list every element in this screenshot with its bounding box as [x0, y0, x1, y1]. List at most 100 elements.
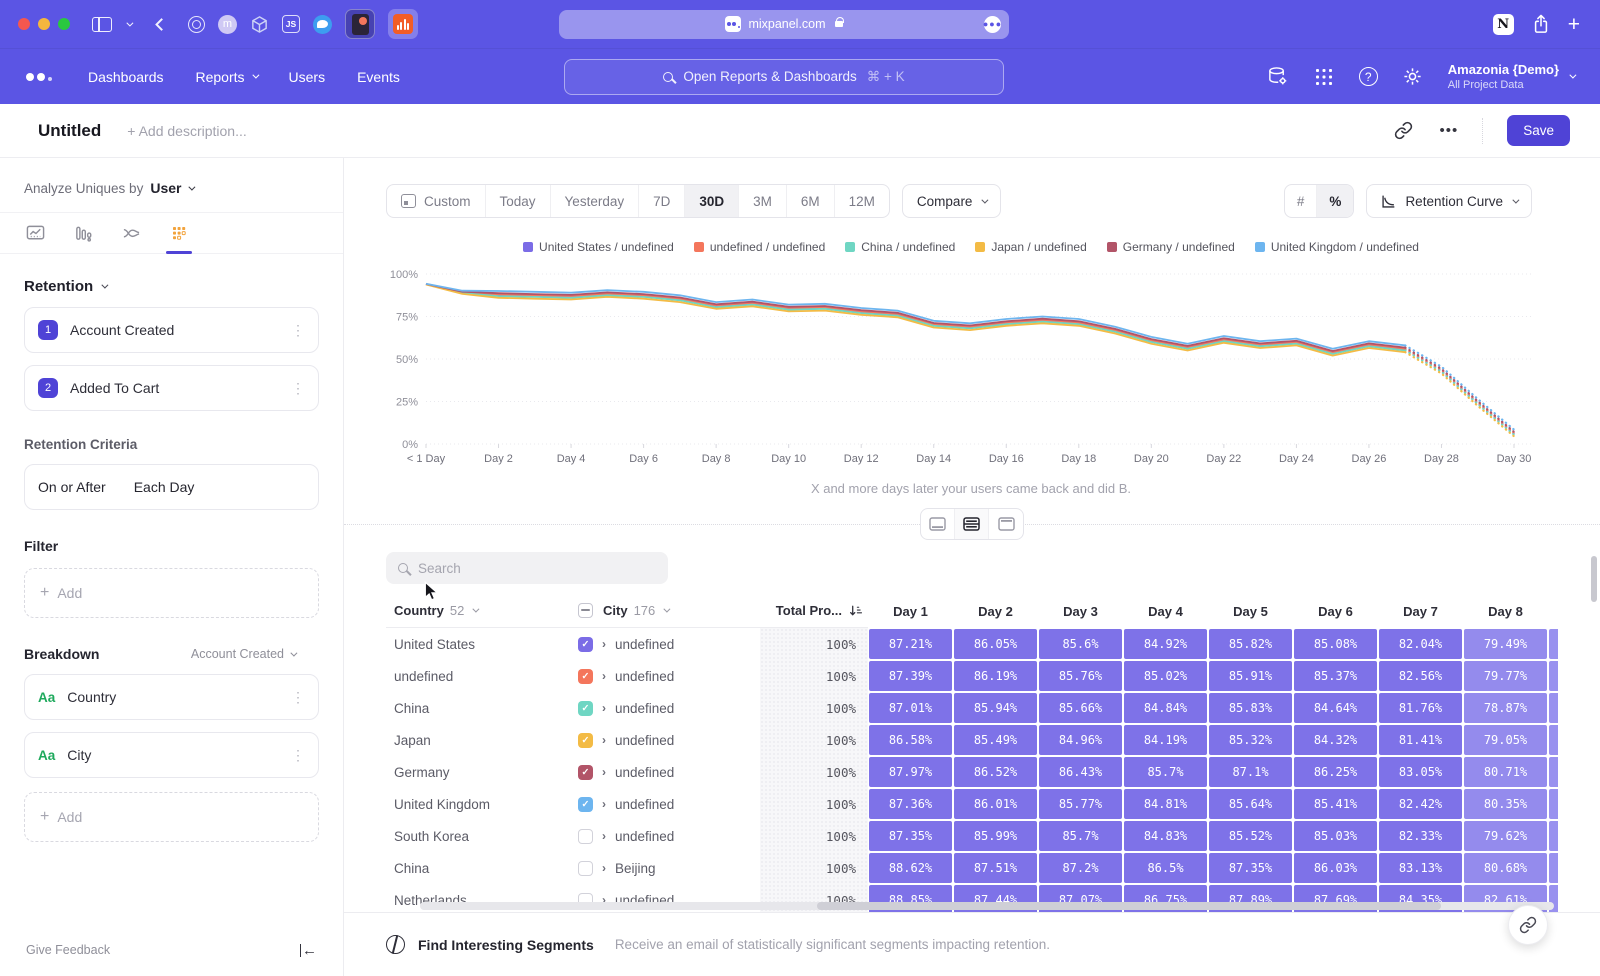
- bird-favicon-icon[interactable]: [313, 15, 332, 34]
- expand-row-icon[interactable]: ›: [602, 829, 606, 843]
- retention-cell[interactable]: 85.41%: [1294, 789, 1377, 819]
- legend-item[interactable]: United Kingdom / undefined: [1255, 240, 1419, 254]
- retention-cell[interactable]: 85.32%: [1209, 725, 1292, 755]
- minimize-window-button[interactable]: [38, 18, 50, 30]
- row-checkbox[interactable]: ✓: [578, 637, 593, 652]
- retention-cell[interactable]: 86.01%: [954, 789, 1037, 819]
- retention-cell[interactable]: 87.07%: [1039, 885, 1122, 915]
- table-search-input[interactable]: Search: [386, 552, 668, 584]
- row-country[interactable]: United Kingdom: [386, 788, 564, 820]
- range-today[interactable]: Today: [486, 185, 551, 217]
- row-checkbox[interactable]: ✓: [578, 701, 593, 716]
- share-icon[interactable]: [1532, 14, 1550, 34]
- retention-cell[interactable]: 82.42%: [1379, 789, 1462, 819]
- nav-events[interactable]: Events: [357, 69, 400, 85]
- kebab-menu-icon[interactable]: ⋮: [291, 689, 305, 706]
- range-yesterday[interactable]: Yesterday: [551, 185, 640, 217]
- retention-cell[interactable]: 85.37%: [1294, 661, 1377, 691]
- range-6m[interactable]: 6M: [787, 185, 835, 217]
- retention-cell[interactable]: 80.68%: [1464, 853, 1547, 883]
- retention-cell[interactable]: 81.76%: [1379, 693, 1462, 723]
- retention-cell[interactable]: 87.39%: [869, 661, 952, 691]
- target-favicon-icon[interactable]: [188, 16, 205, 33]
- day-column-header[interactable]: Day 5: [1208, 594, 1293, 628]
- row-checkbox[interactable]: ✓: [578, 765, 593, 780]
- row-city[interactable]: ✓›undefined: [564, 660, 760, 692]
- notion-extension-icon[interactable]: N: [1493, 14, 1514, 35]
- retention-cell[interactable]: 86.03%: [1294, 853, 1377, 883]
- collapse-sidebar-icon[interactable]: ←: [300, 944, 317, 957]
- apps-grid-icon[interactable]: [1313, 66, 1335, 88]
- row-city[interactable]: ✓›undefined: [564, 692, 760, 724]
- retention-cell[interactable]: 81.41%: [1379, 725, 1462, 755]
- breakdown-event-selector[interactable]: Account Created: [191, 647, 295, 661]
- retention-cell[interactable]: 85.02%: [1124, 661, 1207, 691]
- row-checkbox[interactable]: [578, 861, 593, 876]
- retention-cell[interactable]: 86.5%: [1124, 853, 1207, 883]
- retention-cell[interactable]: 84.19%: [1124, 725, 1207, 755]
- retention-cell[interactable]: 87.51%: [954, 853, 1037, 883]
- retention-cell[interactable]: 78.87%: [1464, 693, 1547, 723]
- row-city[interactable]: ✓›undefined: [564, 724, 760, 756]
- retention-cell[interactable]: 82.04%: [1379, 629, 1462, 659]
- retention-cell[interactable]: 87.89%: [1209, 885, 1292, 915]
- retention-cell[interactable]: 85.08%: [1294, 629, 1377, 659]
- chevron-down-icon[interactable]: [126, 19, 133, 26]
- day-column-header[interactable]: Day 6: [1293, 594, 1378, 628]
- nav-dashboards[interactable]: Dashboards: [88, 69, 164, 85]
- expand-row-icon[interactable]: ›: [602, 733, 606, 747]
- retention-cell[interactable]: 87.44%: [954, 885, 1037, 915]
- kebab-menu-icon[interactable]: ⋮: [291, 380, 305, 397]
- active-tab-favicon-icon[interactable]: [345, 9, 375, 39]
- browser-tab-favicons[interactable]: m JS: [188, 9, 418, 39]
- retention-cell[interactable]: 84.92%: [1124, 629, 1207, 659]
- retention-cell[interactable]: 85.94%: [954, 693, 1037, 723]
- retention-criteria-card[interactable]: On or After Each Day: [24, 464, 319, 510]
- row-checkbox[interactable]: ✓: [578, 669, 593, 684]
- retention-cell[interactable]: 85.66%: [1039, 693, 1122, 723]
- expand-row-icon[interactable]: ›: [602, 765, 606, 779]
- day-column-header[interactable]: Day 4: [1123, 594, 1208, 628]
- analyze-value-selector[interactable]: User: [150, 180, 181, 196]
- copy-link-icon[interactable]: [1394, 121, 1413, 140]
- retention-cell[interactable]: 84.81%: [1124, 789, 1207, 819]
- retention-cell[interactable]: 85.6%: [1039, 629, 1122, 659]
- legend-item[interactable]: Japan / undefined: [975, 240, 1086, 254]
- table-horizontal-scrollbar[interactable]: [420, 902, 1554, 910]
- retention-cell[interactable]: 80.35%: [1464, 789, 1547, 819]
- project-selector[interactable]: Amazonia {Demo} All Project Data: [1448, 62, 1574, 90]
- tab-flows[interactable]: [122, 213, 141, 253]
- row-city[interactable]: ›Beijing: [564, 852, 760, 884]
- row-checkbox[interactable]: [578, 829, 593, 844]
- unit-number-toggle[interactable]: #: [1285, 185, 1318, 217]
- criteria-type[interactable]: On or After: [38, 479, 106, 495]
- chart-type-selector[interactable]: Retention Curve: [1366, 184, 1532, 218]
- close-window-button[interactable]: [18, 18, 30, 30]
- retention-cell[interactable]: 84.35%: [1379, 885, 1462, 915]
- retention-cell[interactable]: 86.75%: [1124, 885, 1207, 915]
- day-column-header[interactable]: Day 7: [1378, 594, 1463, 628]
- unit-percent-toggle[interactable]: %: [1317, 185, 1353, 217]
- share-link-fab[interactable]: [1508, 905, 1548, 945]
- layout-split-icon[interactable]: [955, 509, 989, 539]
- select-all-checkbox[interactable]: [578, 603, 593, 618]
- legend-item[interactable]: China / undefined: [845, 240, 955, 254]
- retention-cell[interactable]: 80.71%: [1464, 757, 1547, 787]
- country-column-header[interactable]: Country 52: [386, 594, 564, 628]
- breakdown-card-city[interactable]: Aa City ⋮: [24, 732, 319, 778]
- retention-cell[interactable]: 87.1%: [1209, 757, 1292, 787]
- retention-cell[interactable]: 85.83%: [1209, 693, 1292, 723]
- nav-reports[interactable]: Reports: [196, 69, 257, 85]
- page-vertical-scrollbar[interactable]: [1591, 556, 1597, 602]
- breakdown-add-button[interactable]: +Add: [24, 792, 319, 842]
- retention-cell[interactable]: 85.7%: [1124, 757, 1207, 787]
- retention-cell[interactable]: 85.03%: [1294, 821, 1377, 851]
- browser-sidebar-icon[interactable]: [92, 17, 112, 32]
- retention-cell[interactable]: 85.82%: [1209, 629, 1292, 659]
- compare-button[interactable]: Compare: [902, 184, 1002, 218]
- report-title[interactable]: Untitled: [38, 121, 101, 141]
- retention-cell[interactable]: 79.49%: [1464, 629, 1547, 659]
- kebab-menu-icon[interactable]: ⋮: [291, 322, 305, 339]
- retention-cell[interactable]: 85.7%: [1039, 821, 1122, 851]
- retention-cell[interactable]: 87.01%: [869, 693, 952, 723]
